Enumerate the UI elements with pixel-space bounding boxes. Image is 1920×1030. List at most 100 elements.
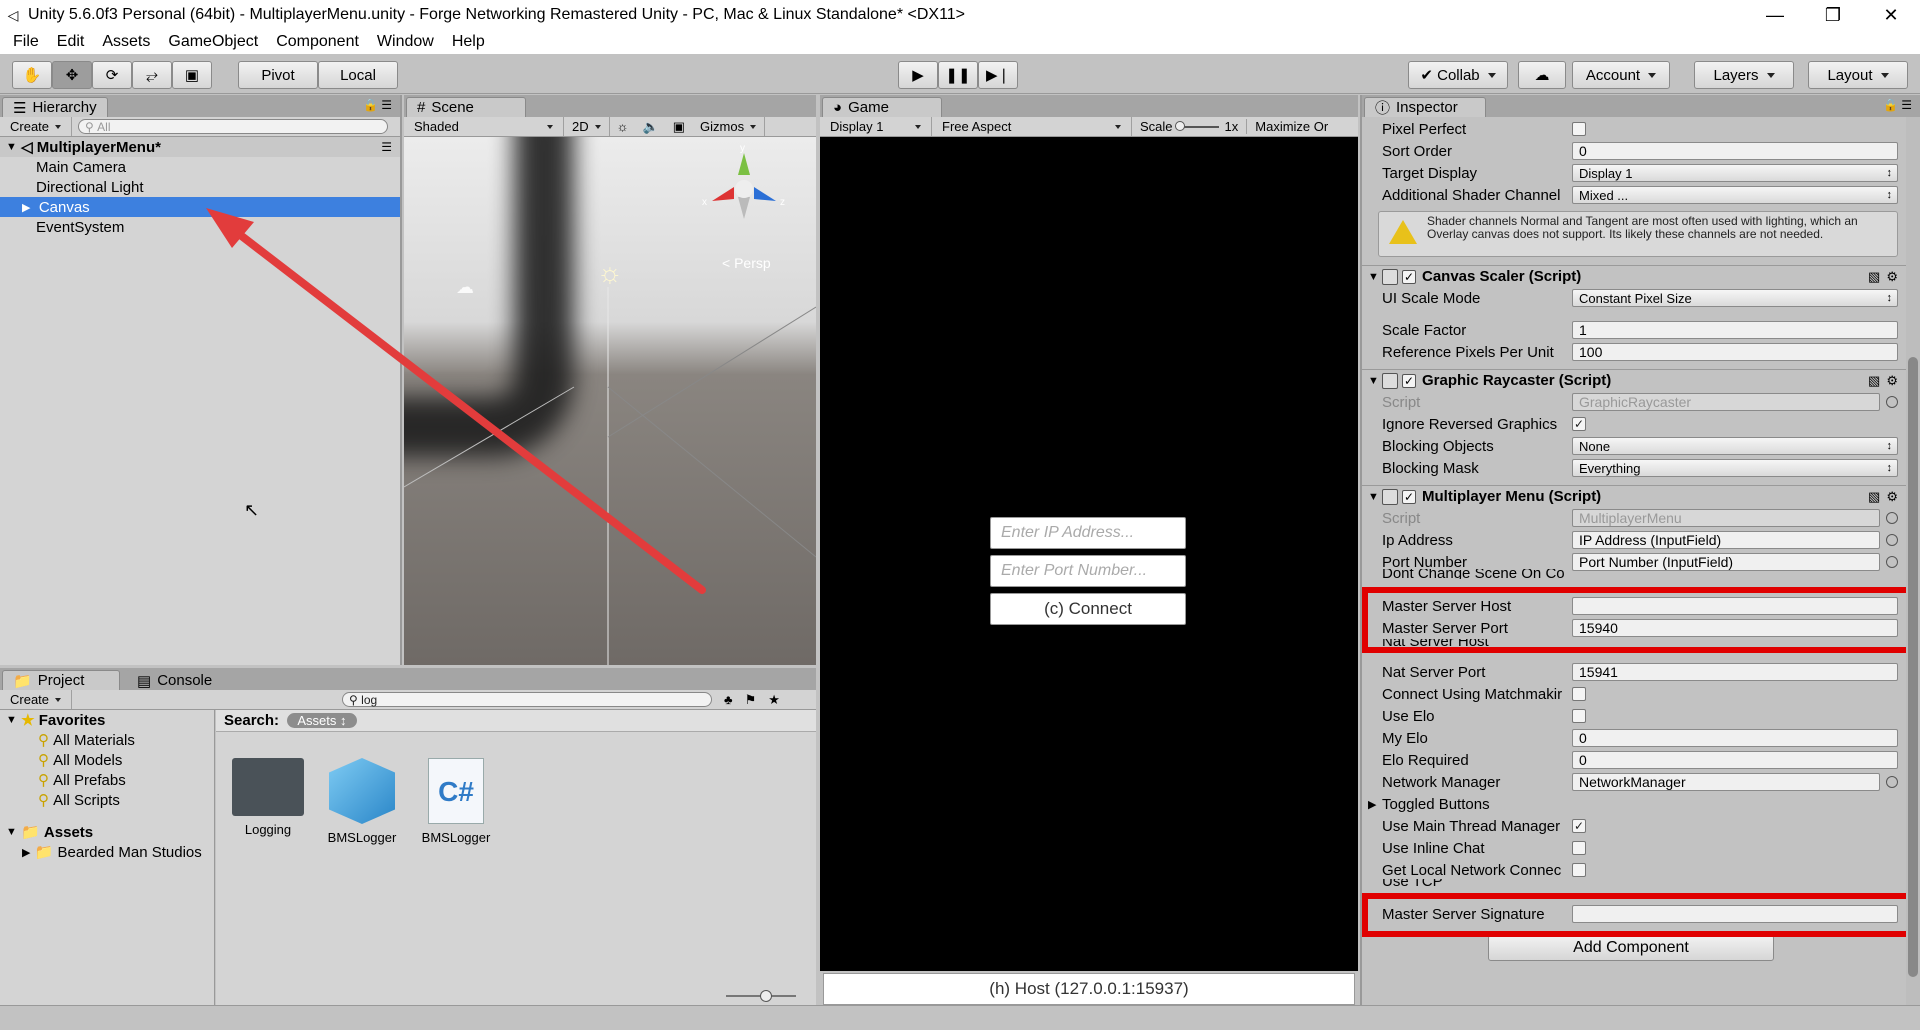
component-graphic-raycaster[interactable]: ▼ ✓ Graphic Raycaster (Script) ▧ ⚙ [1362, 369, 1906, 391]
port-number-input[interactable]: Enter Port Number... [990, 555, 1186, 587]
settings-gear-icon[interactable]: ⚙ [1886, 373, 1898, 389]
cloud-button[interactable]: ☁ [1518, 61, 1566, 89]
pivot-button[interactable]: Pivot [238, 61, 318, 89]
toggle-2d-button[interactable]: 2D [564, 117, 610, 136]
tab-project[interactable]: 📁 Project [2, 670, 120, 690]
minimize-button[interactable]: — [1746, 0, 1804, 30]
hierarchy-create-dropdown[interactable]: Create [0, 117, 73, 136]
component-canvas-scaler[interactable]: ▼ ✓ Canvas Scaler (Script) ▧ ⚙ [1362, 265, 1906, 287]
scene-effects-icon[interactable]: ▣ [666, 119, 692, 135]
main-thread-checkbox[interactable]: ✓ [1572, 819, 1586, 833]
directional-light-sun-icon[interactable]: ☼ [597, 257, 623, 289]
hierarchy-search-input[interactable]: ⚲ All [78, 119, 389, 134]
maximize-on-play-toggle[interactable]: Maximize Or [1246, 119, 1336, 134]
menu-assets[interactable]: Assets [93, 33, 159, 51]
object-picker-icon[interactable] [1886, 556, 1898, 568]
expand-arrow-icon[interactable]: ▼ [6, 826, 17, 838]
scene-orientation-gizmo[interactable]: y x z [702, 143, 785, 227]
maximize-button[interactable]: ❐ [1804, 0, 1862, 30]
object-picker-icon[interactable] [1886, 776, 1898, 788]
local-button[interactable]: Local [318, 61, 398, 89]
expand-arrow-icon[interactable]: ▼ [6, 714, 17, 726]
scene-lighting-icon[interactable]: ☼ [610, 119, 636, 134]
move-tool-icon[interactable]: ✥ [52, 61, 92, 89]
play-button[interactable]: ▶ [898, 61, 938, 89]
expand-arrow-icon[interactable]: ▶ [22, 846, 30, 859]
display-dropdown[interactable]: Display 1 [820, 117, 932, 136]
favorite-item[interactable]: ⚲ All Scripts [0, 790, 214, 810]
account-dropdown[interactable]: Account [1572, 61, 1670, 89]
ip-address-input[interactable]: Enter IP Address... [990, 517, 1186, 549]
my-elo-field[interactable]: 0 [1572, 729, 1898, 747]
settings-gear-icon[interactable]: ⚙ [1886, 489, 1898, 505]
asset-folder-row[interactable]: ▶ 📁 Bearded Man Studios [0, 842, 214, 862]
expand-arrow-icon[interactable]: ▼ [6, 141, 17, 153]
scrollbar-thumb[interactable] [1908, 357, 1918, 977]
rotate-tool-icon[interactable]: ⟳ [92, 61, 132, 89]
add-component-button[interactable]: Add Component [1488, 935, 1774, 961]
project-search-input[interactable]: ⚲ log [342, 692, 713, 707]
asset-bmslogger-prefab[interactable]: BMSLogger [322, 758, 402, 845]
asset-logging-folder[interactable]: Logging [228, 758, 308, 837]
favorite-star-icon[interactable]: ★ [768, 692, 780, 708]
step-button[interactable]: ▶❘ [978, 61, 1018, 89]
network-manager-ref-field[interactable]: NetworkManager [1572, 773, 1880, 791]
filter-type-icon[interactable]: ♣ [724, 692, 733, 707]
matchmaking-checkbox[interactable] [1572, 687, 1586, 701]
menu-help[interactable]: Help [443, 33, 494, 51]
rect-tool-icon[interactable]: ▣ [172, 61, 212, 89]
blocking-objects-dropdown[interactable]: None [1572, 437, 1898, 455]
tab-scene[interactable]: # Scene [406, 97, 526, 117]
scene-menu-icon[interactable]: ☰ [381, 140, 392, 154]
assets-row[interactable]: ▼ 📁 Assets [0, 822, 214, 842]
scale-thumb[interactable] [1174, 120, 1185, 131]
scale-tool-icon[interactable]: ⥂ [132, 61, 172, 89]
layout-dropdown[interactable]: Layout [1808, 61, 1908, 89]
tab-game[interactable]: ◕ Game [822, 97, 942, 117]
tab-inspector[interactable]: ⓘ Inspector [1364, 97, 1486, 117]
connect-button[interactable]: (c) Connect [990, 593, 1186, 625]
elo-required-field[interactable]: 0 [1572, 751, 1898, 769]
nat-server-port-field[interactable]: 15941 [1572, 663, 1898, 681]
scale-track[interactable] [1174, 120, 1219, 131]
inspector-scrollbar[interactable] [1906, 117, 1920, 1005]
layers-dropdown[interactable]: Layers [1694, 61, 1794, 89]
panel-menu-icon[interactable]: 🔒 ☰ [363, 98, 392, 112]
search-scope-dropdown[interactable]: Assets ↕ [287, 713, 357, 728]
hierarchy-item-eventsystem[interactable]: EventSystem [0, 217, 400, 237]
prop-toggled-buttons[interactable]: ▶ Toggled Buttons [1362, 793, 1906, 815]
fold-arrow-icon[interactable]: ▼ [1368, 375, 1379, 387]
menu-window[interactable]: Window [368, 33, 443, 51]
favorites-row[interactable]: ▼ ★ Favorites [0, 710, 214, 730]
ignore-reversed-checkbox[interactable]: ✓ [1572, 417, 1586, 431]
ref-ppu-field[interactable]: 100 [1572, 343, 1898, 361]
camera-cloud-icon[interactable]: ☁ [456, 277, 474, 298]
fold-arrow-icon[interactable]: ▼ [1368, 491, 1379, 503]
shading-mode-dropdown[interactable]: Shaded [404, 117, 564, 136]
enabled-checkbox[interactable]: ✓ [1402, 489, 1416, 504]
menu-edit[interactable]: Edit [48, 33, 94, 51]
object-picker-icon[interactable] [1886, 534, 1898, 546]
favorite-item[interactable]: ⚲ All Models [0, 750, 214, 770]
icon-size-slider[interactable] [726, 990, 796, 1002]
filter-label-icon[interactable]: ⚑ [745, 692, 757, 708]
hierarchy-item-main-camera[interactable]: Main Camera [0, 157, 400, 177]
favorite-item[interactable]: ⚲ All Materials [0, 730, 214, 750]
tab-console[interactable]: ▤ Console [126, 670, 236, 690]
fold-arrow-icon[interactable]: ▶ [1368, 798, 1376, 811]
settings-gear-icon[interactable]: ⚙ [1886, 269, 1898, 285]
favorite-item[interactable]: ⚲ All Prefabs [0, 770, 214, 790]
sort-order-field[interactable]: 0 [1572, 142, 1898, 160]
aspect-dropdown[interactable]: Free Aspect [932, 117, 1132, 136]
host-button[interactable]: (h) Host (127.0.0.1:15937) [823, 973, 1355, 1005]
fold-arrow-icon[interactable]: ▼ [1368, 271, 1379, 283]
hand-tool-icon[interactable]: ✋ [12, 61, 52, 89]
scale-slider[interactable]: Scale 1x [1132, 119, 1246, 134]
shader-channels-dropdown[interactable]: Mixed ... [1572, 186, 1898, 204]
ui-scale-mode-dropdown[interactable]: Constant Pixel Size [1572, 289, 1898, 307]
project-create-dropdown[interactable]: Create [0, 690, 73, 709]
scene-audio-icon[interactable]: 🔈 [636, 119, 666, 135]
gizmos-dropdown[interactable]: Gizmos [692, 117, 766, 136]
blocking-mask-dropdown[interactable]: Everything [1572, 459, 1898, 477]
tab-hierarchy[interactable]: ☰ Hierarchy [2, 97, 108, 117]
